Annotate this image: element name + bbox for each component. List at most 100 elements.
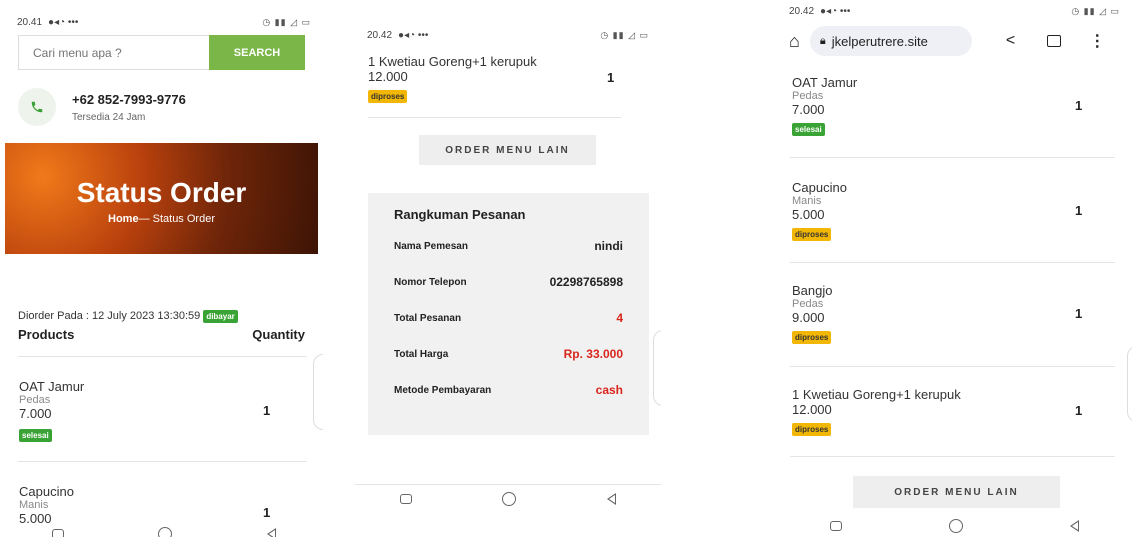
item-variant: Manis [792, 195, 822, 207]
breadcrumb-separator: — [138, 213, 150, 225]
item-name: OAT Jamur [792, 75, 858, 90]
signal-battery-icon: ◷ ▮▮ ◿ ▭ [1071, 5, 1120, 16]
breadcrumb-current: Status Order [152, 213, 215, 225]
url-text: jkelperutrere.site [831, 33, 928, 49]
divider [790, 456, 1115, 457]
divider [790, 262, 1115, 263]
item-quantity: 1 [263, 403, 271, 418]
summary-row-total-price: Total Harga Rp. 33.000 [394, 336, 623, 372]
item-name: OAT Jamur [19, 379, 85, 394]
breadcrumb-home[interactable]: Home [108, 213, 139, 225]
products-header: Products [18, 327, 75, 342]
home-icon[interactable]: ⌂ [789, 31, 800, 52]
item-variant: Manis [19, 499, 49, 511]
notification-icons: ●◂◔ ••• [820, 5, 851, 17]
order-more-button[interactable]: ORDER MENU LAIN [853, 476, 1060, 508]
list-item: Capucino Manis 5.000 diproses [792, 180, 847, 242]
summary-value: 02298765898 [549, 275, 623, 289]
table-header: Products Quantity [18, 327, 305, 342]
item-quantity: 1 [1075, 98, 1083, 113]
side-handle[interactable] [1127, 346, 1132, 422]
home-icon[interactable] [158, 527, 173, 537]
status-bar: 20.41 ●◂◔ ••• ◷ ▮▮ ◿ ▭ [5, 11, 323, 33]
home-icon[interactable] [948, 519, 963, 533]
side-handle[interactable] [313, 354, 323, 430]
back-icon[interactable] [266, 528, 276, 537]
list-item: Capucino Manis 5.000 [19, 484, 74, 526]
divider [18, 461, 307, 462]
item-variant: Pedas [792, 90, 824, 102]
item-name: 1 Kwetiau Goreng+1 kerupuk [368, 54, 537, 69]
status-badge: diproses [792, 331, 832, 344]
tabs-icon[interactable] [1047, 35, 1062, 47]
android-nav-bar [5, 523, 323, 537]
status-badge: selesai [792, 123, 825, 136]
back-icon[interactable] [1069, 520, 1079, 532]
share-icon[interactable]: < [1006, 32, 1015, 50]
screen-order-summary: 20.42 ●◂◔ ••• ◷ ▮▮ ◿ ▭ 1 Kwetiau Goreng+1… [355, 0, 661, 510]
status-bar: 20.42 ●◂◔ ••• ◷ ▮▮ ◿ ▭ [355, 24, 661, 46]
notification-icons: ●◂◔ ••• [398, 29, 429, 41]
status-time: 20.42 [789, 5, 815, 17]
summary-row-payment: Metode Pembayaran cash [394, 372, 623, 408]
summary-label: Nomor Telepon [394, 276, 467, 288]
divider [368, 117, 621, 118]
divider [790, 157, 1115, 158]
list-item: Bangjo Pedas 9.000 diproses [792, 283, 832, 345]
order-date: Diorder Pada : 12 July 2023 13:30:59 dib… [18, 310, 238, 323]
item-quantity: 1 [1075, 203, 1083, 218]
signal-battery-icon: ◷ ▮▮ ◿ ▭ [262, 16, 311, 27]
summary-value: nindi [594, 239, 623, 253]
summary-row-name: Nama Pemesan nindi [394, 228, 623, 264]
home-icon[interactable] [502, 492, 517, 506]
contact-info: +62 852-7993-9776 Tersedia 24 Jam [18, 88, 186, 126]
order-summary-card: Rangkuman Pesanan Nama Pemesan nindi Nomo… [368, 193, 649, 435]
contact-phone[interactable]: +62 852-7993-9776 [72, 92, 186, 107]
order-more-button[interactable]: ORDER MENU LAIN [419, 135, 596, 165]
item-name: Capucino [792, 180, 847, 195]
item-name: Bangjo [792, 283, 833, 298]
lock-icon: 🔒︎ [819, 34, 826, 47]
breadcrumb: Home— Status Order [5, 213, 318, 225]
recents-icon[interactable] [52, 529, 65, 537]
summary-row-phone: Nomor Telepon 02298765898 [394, 264, 623, 300]
summary-label: Nama Pemesan [394, 240, 468, 252]
item-price: 5.000 [792, 207, 825, 222]
status-badge: selesai [19, 429, 52, 442]
summary-label: Metode Pembayaran [394, 384, 492, 396]
summary-row-total-orders: Total Pesanan 4 [394, 300, 623, 336]
status-badge: diproses [792, 228, 832, 241]
summary-value: Rp. 33.000 [563, 347, 623, 361]
item-price: 7.000 [792, 102, 825, 117]
screen-order-list: 20.42 ●◂◔ ••• ◷ ▮▮ ◿ ▭ ⌂ 🔒︎ jkelperutrere… [777, 0, 1132, 537]
list-item: 1 Kwetiau Goreng+1 kerupuk 12.000 dipros… [792, 387, 961, 437]
recents-icon[interactable] [830, 521, 843, 531]
recents-icon[interactable] [400, 494, 413, 504]
search-input[interactable] [18, 35, 209, 70]
status-time: 20.42 [367, 29, 393, 41]
status-time: 20.41 [17, 16, 43, 28]
list-item: 1 Kwetiau Goreng+1 kerupuk 12.000 dipros… [368, 54, 537, 104]
summary-title: Rangkuman Pesanan [394, 207, 526, 222]
summary-value: 4 [616, 311, 623, 325]
side-handle[interactable] [653, 330, 661, 406]
summary-label: Total Pesanan [394, 312, 462, 324]
search-button[interactable]: SEARCH [209, 35, 305, 70]
url-bar[interactable]: 🔒︎ jkelperutrere.site [809, 26, 972, 56]
item-quantity: 1 [607, 70, 615, 85]
phone-icon[interactable] [18, 88, 56, 126]
item-price: 7.000 [19, 406, 52, 421]
divider [18, 356, 307, 357]
divider [355, 484, 661, 485]
screen-status-order: 20.41 ●◂◔ ••• ◷ ▮▮ ◿ ▭ SEARCH +62 852-799… [5, 0, 323, 537]
android-nav-bar [777, 515, 1132, 537]
summary-value: cash [595, 383, 623, 397]
order-date-label: Diorder Pada : 12 July 2023 13:30:59 [18, 310, 201, 322]
item-variant: Pedas [792, 298, 824, 310]
item-name: Capucino [19, 484, 74, 499]
item-price: 12.000 [368, 69, 408, 84]
page-title: Status Order [76, 177, 247, 208]
menu-icon[interactable]: ⋮ [1089, 31, 1105, 51]
back-icon[interactable] [606, 493, 616, 505]
divider [790, 366, 1115, 367]
